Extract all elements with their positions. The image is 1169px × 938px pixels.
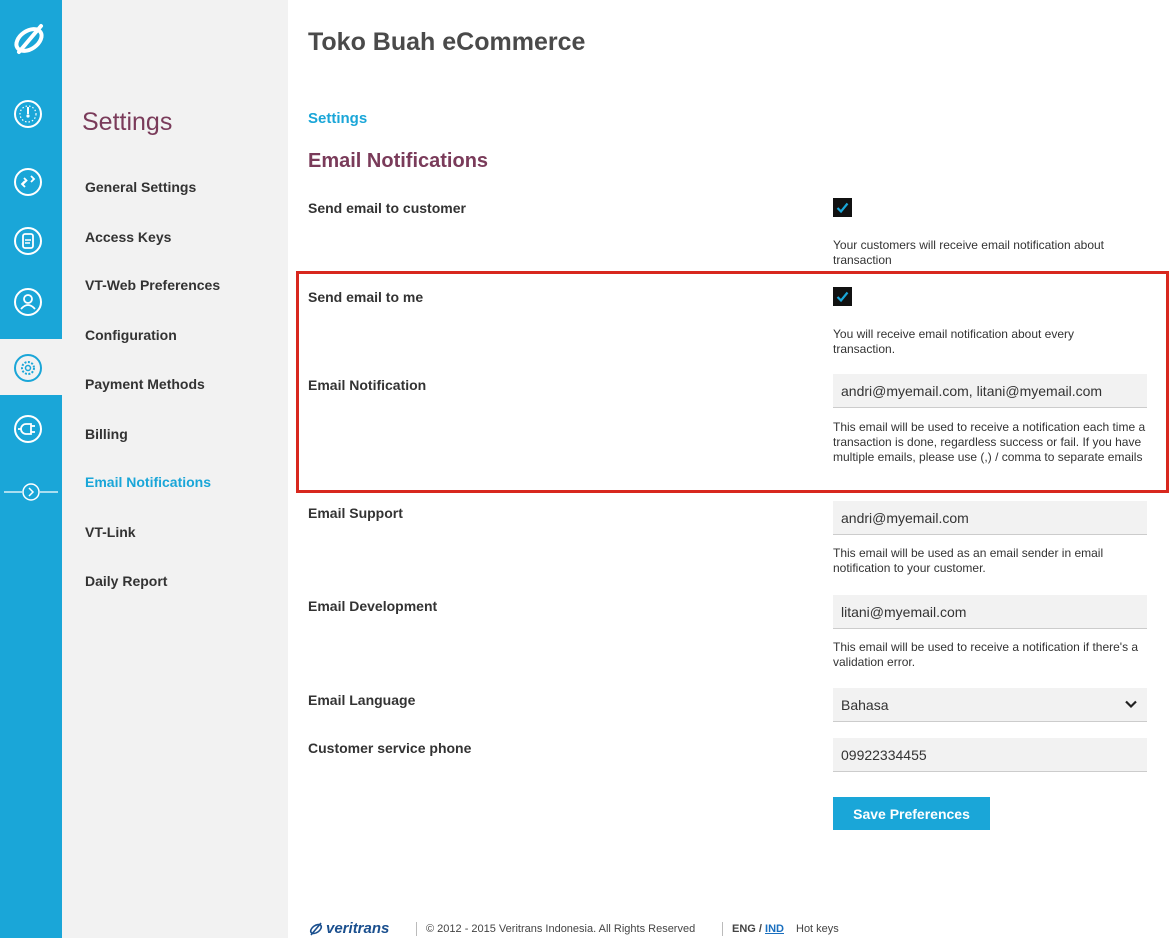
email-development-label: Email Development [308,598,438,614]
footer-brand: veritrans [326,920,390,937]
send-me-help: You will receive email notification abou… [833,327,1075,356]
cs-phone-input[interactable] [833,738,1147,772]
settings-sidebar: Settings General Settings Access Keys VT… [62,0,288,938]
sidebar-item-general-settings[interactable]: General Settings [85,179,196,195]
send-me-checkbox[interactable] [833,287,852,306]
email-development-help: This email will be used to receive a not… [833,640,1139,669]
settings-gear-icon[interactable] [12,352,44,384]
email-language-select[interactable]: Bahasa [833,688,1147,722]
sidebar-item-email-notifications[interactable]: Email Notifications [85,474,211,490]
sidebar-item-daily-report[interactable]: Daily Report [85,573,167,589]
send-customer-help: Your customers will receive email notifi… [833,238,1105,267]
sidebar-item-access-keys[interactable]: Access Keys [85,229,171,245]
lang-eng[interactable]: ENG [732,923,756,935]
email-support-input[interactable] [833,501,1147,535]
email-support-label: Email Support [308,505,403,521]
user-icon[interactable] [12,286,44,318]
email-language-label: Email Language [308,692,416,708]
breadcrumb[interactable]: Settings [308,110,367,127]
chevron-down-icon [1125,700,1137,709]
footer-copyright: © 2012 - 2015 Veritrans Indonesia. All R… [426,923,696,935]
cs-phone-label: Customer service phone [308,740,472,756]
footer-divider [722,922,723,936]
send-customer-label: Send email to customer [308,200,466,216]
reports-icon[interactable] [12,225,44,257]
email-language-selected: Bahasa [841,697,889,713]
sidebar-item-payment-methods[interactable]: Payment Methods [85,376,205,392]
footer-divider [416,922,417,936]
app-title: Toko Buah eCommerce [308,28,586,56]
checkmark-icon [836,202,849,214]
lang-ind-link[interactable]: IND [765,923,784,935]
sidebar-item-vt-link[interactable]: VT-Link [85,524,136,540]
sidebar-item-configuration[interactable]: Configuration [85,327,177,343]
email-notification-help: This email will be used to receive a not… [833,420,1146,464]
plugin-icon[interactable] [12,413,44,445]
email-support-help: This email will be used as an email send… [833,546,1104,575]
send-customer-checkbox[interactable] [833,198,852,217]
email-development-input[interactable] [833,595,1147,629]
expand-sidebar-icon[interactable] [0,480,62,504]
app-rail [0,0,62,938]
veritrans-logo-icon[interactable] [9,18,51,60]
veritrans-mark-icon [309,922,323,936]
sidebar-title: Settings [82,108,173,136]
send-me-label: Send email to me [308,289,424,305]
transactions-icon[interactable] [12,166,44,198]
checkmark-icon [836,291,849,303]
save-preferences-button[interactable]: Save Preferences [833,797,990,830]
sidebar-item-billing[interactable]: Billing [85,426,128,442]
email-notification-input[interactable] [833,374,1147,408]
dashboard-icon[interactable] [12,98,44,130]
hot-keys-link[interactable]: Hot keys [796,923,839,935]
email-notification-label: Email Notification [308,377,427,393]
sidebar-item-vt-web-preferences[interactable]: VT-Web Preferences [85,277,220,293]
page-title: Email Notifications [308,150,489,172]
lang-separator: / [758,923,762,935]
language-switcher: ENG / IND [732,923,784,935]
